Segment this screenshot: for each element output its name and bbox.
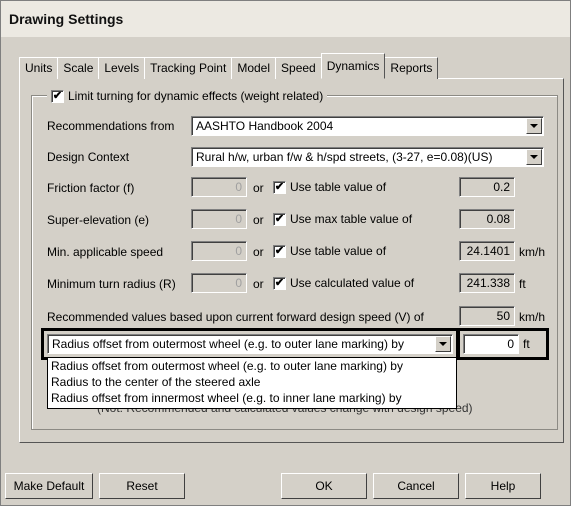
friction-table-checkbox[interactable]: ✔ bbox=[273, 180, 286, 194]
design-context-select[interactable]: Rural h/w, urban f/w & h/spd streets, (3… bbox=[191, 147, 544, 167]
tab-units[interactable]: Units bbox=[19, 57, 59, 79]
limit-turning-label: Limit turning for dynamic effects (weigh… bbox=[68, 89, 324, 103]
recommended-speed-value: 50 bbox=[459, 306, 515, 326]
dropdown-option[interactable]: Radius to the center of the steered axle bbox=[48, 374, 456, 390]
tab-dynamics[interactable]: Dynamics bbox=[320, 53, 386, 79]
tab-strip: Units Scale Levels Tracking Point Model … bbox=[19, 53, 439, 79]
or-label: or bbox=[253, 213, 264, 227]
radius-mode-value: Radius offset from outermost wheel (e.g.… bbox=[52, 337, 404, 351]
min-turn-radius-checkbox[interactable]: ✔ bbox=[273, 276, 286, 290]
recommended-speed-label: Recommended values based upon current fo… bbox=[47, 310, 424, 324]
recommended-speed-unit: km/h bbox=[519, 310, 546, 324]
or-label: or bbox=[253, 245, 264, 259]
tab-model[interactable]: Model bbox=[231, 57, 277, 79]
make-default-button[interactable]: Make Default bbox=[5, 473, 93, 499]
min-turn-radius-value: 241.338 bbox=[459, 273, 515, 293]
min-speed-value: 24.1401 bbox=[459, 241, 515, 261]
min-turn-radius-unit: ft bbox=[519, 277, 526, 291]
min-speed-checkbox[interactable]: ✔ bbox=[273, 244, 286, 258]
super-elevation-value: 0.08 bbox=[459, 209, 515, 229]
friction-table-value: 0.2 bbox=[459, 177, 515, 197]
min-speed-input[interactable]: 0 bbox=[191, 241, 247, 261]
min-turn-radius-input[interactable]: 0 bbox=[191, 273, 247, 293]
chevron-down-icon[interactable] bbox=[526, 118, 542, 134]
drawing-settings-dialog: Drawing Settings Units Scale Levels Trac… bbox=[0, 0, 571, 506]
tab-reports[interactable]: Reports bbox=[384, 57, 439, 79]
friction-factor-label: Friction factor (f) bbox=[47, 181, 135, 195]
tab-levels[interactable]: Levels bbox=[98, 57, 146, 79]
recommendations-label: Recommendations from bbox=[47, 119, 175, 133]
super-elevation-checkbox[interactable]: ✔ bbox=[273, 212, 286, 226]
min-speed-label: Min. applicable speed bbox=[47, 245, 164, 259]
dropdown-option[interactable]: Radius offset from innermost wheel (e.g.… bbox=[48, 390, 456, 406]
radius-offset-unit: ft bbox=[523, 337, 530, 351]
recommendations-value: AASHTO Handbook 2004 bbox=[196, 119, 334, 133]
chevron-down-icon[interactable] bbox=[526, 149, 542, 165]
tab-tracking-point[interactable]: Tracking Point bbox=[144, 57, 233, 79]
super-elevation-label: Super-elevation (e) bbox=[47, 213, 150, 227]
button-bar: Make Default Reset OK Cancel Help bbox=[5, 473, 564, 499]
friction-factor-input[interactable]: 0 bbox=[191, 177, 247, 197]
friction-table-checkbox-row[interactable]: ✔ Use table value of bbox=[273, 180, 386, 194]
super-elevation-checkbox-row[interactable]: ✔ Use max table value of bbox=[273, 212, 412, 226]
radius-mode-select[interactable]: Radius offset from outermost wheel (e.g.… bbox=[47, 334, 453, 354]
tab-scale[interactable]: Scale bbox=[57, 57, 100, 79]
limit-turning-checkbox-row[interactable]: ✔ Limit turning for dynamic effects (wei… bbox=[47, 89, 328, 103]
recommendations-select[interactable]: AASHTO Handbook 2004 bbox=[191, 116, 544, 136]
tab-speed[interactable]: Speed bbox=[275, 57, 322, 79]
help-button[interactable]: Help bbox=[465, 473, 541, 499]
design-context-value: Rural h/w, urban f/w & h/spd streets, (3… bbox=[196, 150, 493, 164]
radius-offset-input[interactable]: 0 bbox=[463, 334, 519, 354]
reset-button[interactable]: Reset bbox=[99, 473, 185, 499]
design-context-label: Design Context bbox=[47, 150, 130, 164]
chevron-down-icon[interactable] bbox=[435, 336, 451, 352]
super-elevation-check-label: Use max table value of bbox=[290, 212, 413, 226]
min-speed-unit: km/h bbox=[519, 245, 546, 259]
dropdown-option[interactable]: Radius offset from outermost wheel (e.g.… bbox=[48, 358, 456, 374]
min-turn-radius-label: Minimum turn radius (R) bbox=[47, 277, 176, 291]
or-label: or bbox=[253, 277, 264, 291]
or-label: or bbox=[253, 181, 264, 195]
friction-table-label: Use table value of bbox=[290, 180, 387, 194]
radius-mode-dropdown-list[interactable]: Radius offset from outermost wheel (e.g.… bbox=[47, 357, 457, 409]
dialog-title: Drawing Settings bbox=[1, 1, 570, 37]
min-speed-check-label: Use table value of bbox=[290, 244, 387, 258]
limit-turning-checkbox[interactable]: ✔ bbox=[51, 89, 64, 103]
min-turn-radius-check-label: Use calculated value of bbox=[290, 276, 415, 290]
ok-button[interactable]: OK bbox=[281, 473, 367, 499]
super-elevation-input[interactable]: 0 bbox=[191, 209, 247, 229]
min-turn-radius-checkbox-row[interactable]: ✔ Use calculated value of bbox=[273, 276, 414, 290]
cancel-button[interactable]: Cancel bbox=[373, 473, 459, 499]
min-speed-checkbox-row[interactable]: ✔ Use table value of bbox=[273, 244, 386, 258]
